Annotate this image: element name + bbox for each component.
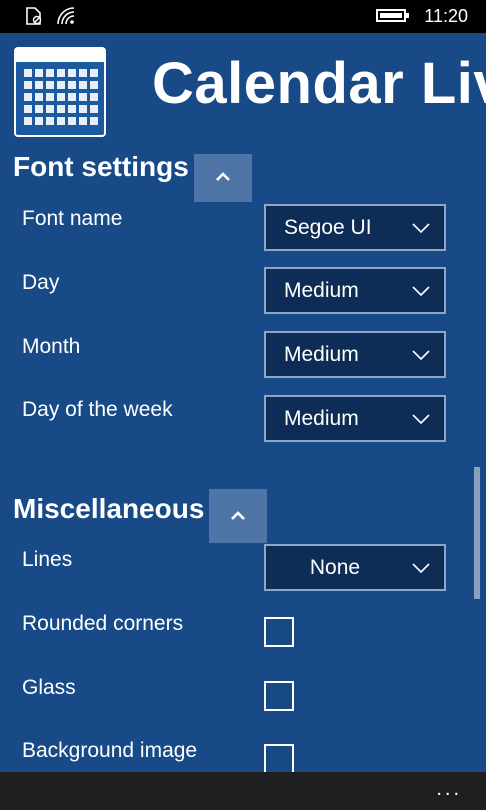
chevron-down-icon: [412, 223, 430, 234]
day-label: Day: [22, 271, 60, 294]
battery-icon: [376, 9, 409, 22]
scrollbar[interactable]: [474, 467, 480, 599]
lines-select[interactable]: None: [264, 544, 446, 591]
font-name-label: Font name: [22, 207, 123, 230]
glass-label: Glass: [22, 676, 76, 699]
rounded-corners-checkbox[interactable]: [264, 617, 294, 647]
background-image-label: Background image: [22, 739, 198, 762]
miscellaneous-heading: Miscellaneous: [13, 493, 205, 524]
day-of-week-label: Day of the week: [22, 398, 173, 421]
background-image-checkbox[interactable]: [264, 744, 294, 774]
month-label: Month: [22, 335, 81, 358]
lines-value: None: [309, 556, 361, 579]
day-size-select[interactable]: Medium: [264, 267, 446, 314]
more-options-button[interactable]: ...: [436, 778, 462, 801]
chevron-up-icon: [216, 172, 230, 181]
chevron-down-icon: [412, 563, 430, 574]
clock: 11:20: [424, 6, 468, 26]
chevron-down-icon: [412, 350, 430, 361]
lines-label: Lines: [22, 548, 73, 571]
chevron-down-icon: [412, 414, 430, 425]
rounded-corners-label: Rounded corners: [22, 612, 184, 635]
font-settings-collapse-button[interactable]: [194, 154, 252, 202]
chevron-down-icon: [412, 286, 430, 297]
wifi-icon: [57, 7, 75, 25]
glass-checkbox[interactable]: [264, 681, 294, 711]
day-of-week-size-select[interactable]: Medium: [264, 395, 446, 442]
page-title: Calendar Liv: [152, 51, 486, 116]
font-settings-heading: Font settings: [13, 151, 189, 182]
no-sim-icon: [26, 7, 42, 25]
day-size-value: Medium: [284, 279, 359, 302]
chevron-up-icon: [231, 511, 245, 520]
calendar-icon: [14, 47, 106, 137]
month-size-value: Medium: [284, 343, 359, 366]
day-of-week-size-value: Medium: [284, 407, 359, 430]
app-bar: ...: [0, 772, 486, 810]
status-bar: 11:20: [0, 0, 486, 33]
font-name-value: Segoe UI: [284, 216, 372, 239]
month-size-select[interactable]: Medium: [264, 331, 446, 378]
font-name-select[interactable]: Segoe UI: [264, 204, 446, 251]
miscellaneous-collapse-button[interactable]: [209, 489, 267, 543]
